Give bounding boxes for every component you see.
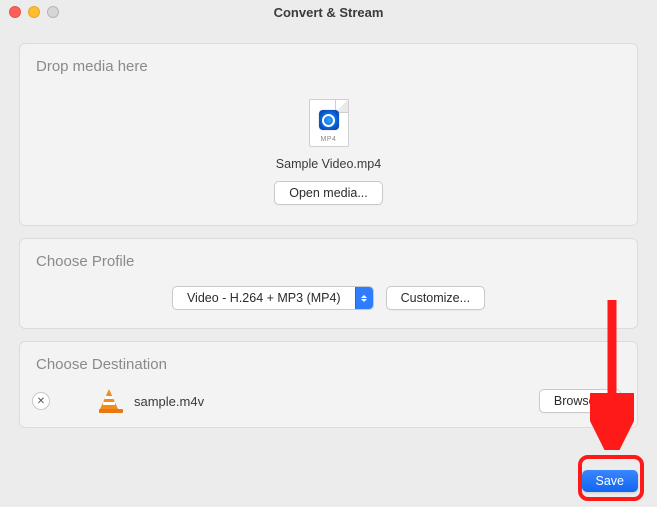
destination-file-name: sample.m4v [134,394,204,409]
save-button[interactable]: Save [582,470,639,492]
zoom-window-button [47,6,59,18]
clear-destination-button[interactable]: ✕ [32,392,50,410]
profile-select[interactable]: Video - H.264 + MP3 (MP4) [172,286,374,310]
choose-destination-panel: Choose Destination ✕ sample.m4v Browse..… [19,341,638,428]
browse-button[interactable]: Browse... [539,389,621,413]
quicktime-icon [319,110,339,130]
drop-media-title: Drop media here [36,58,621,75]
titlebar: Convert & Stream [0,0,657,24]
customize-button[interactable]: Customize... [386,286,485,310]
media-file-icon: MP4 [309,99,349,147]
choose-profile-title: Choose Profile [36,253,621,270]
close-window-button[interactable] [9,6,21,18]
profile-select-value: Video - H.264 + MP3 (MP4) [173,291,355,305]
drop-media-panel: Drop media here MP4 Sample Video.mp4 Ope… [19,43,638,226]
drop-area[interactable]: MP4 Sample Video.mp4 Open media... [36,85,621,211]
window-title: Convert & Stream [0,5,657,20]
open-media-button[interactable]: Open media... [274,181,383,205]
window-controls [0,6,59,18]
choose-profile-panel: Choose Profile Video - H.264 + MP3 (MP4)… [19,238,638,329]
file-extension-label: MP4 [310,136,348,143]
media-file-name: Sample Video.mp4 [276,157,381,171]
minimize-window-button[interactable] [28,6,40,18]
choose-destination-title: Choose Destination [36,356,621,373]
vlc-file-icon [100,389,122,413]
chevron-up-down-icon [355,287,373,309]
